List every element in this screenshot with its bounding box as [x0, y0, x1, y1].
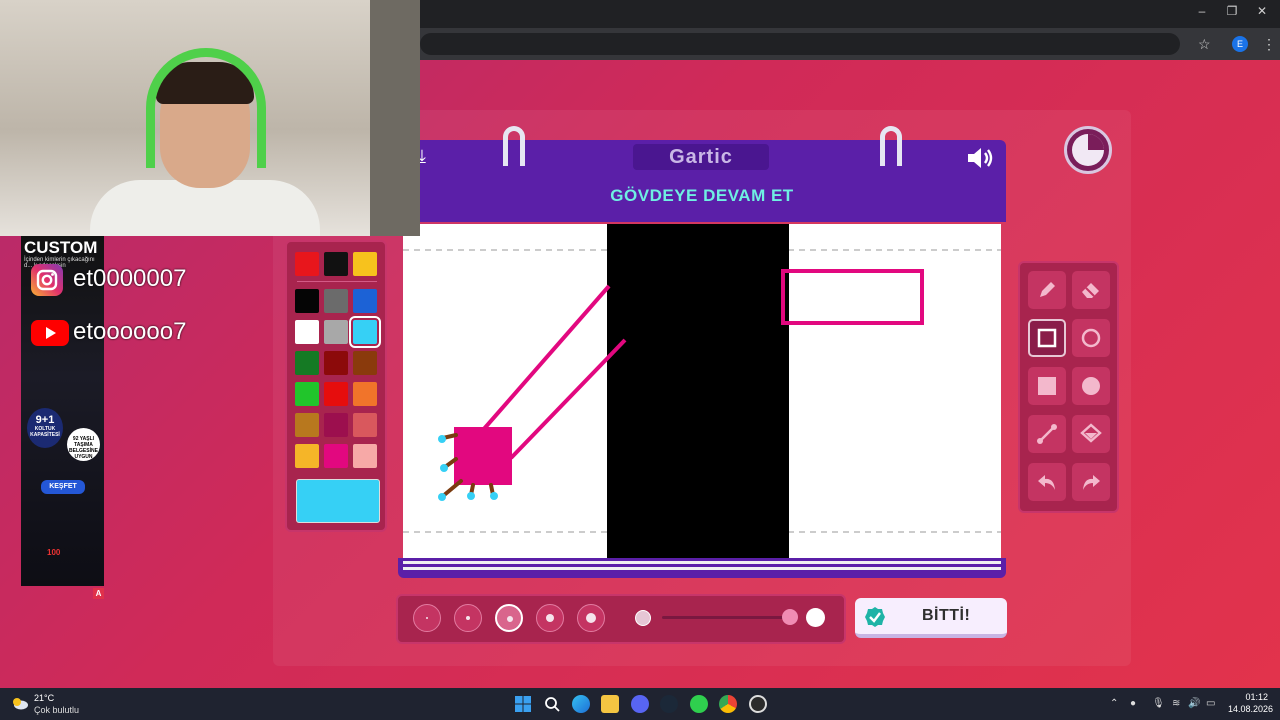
- bookmark-star-icon[interactable]: ☆: [1198, 36, 1211, 53]
- opacity-slider-handle[interactable]: [782, 609, 798, 625]
- address-bar[interactable]: [420, 33, 1180, 55]
- webcam-feed: [0, 0, 420, 236]
- stroke-size-button[interactable]: [454, 604, 482, 632]
- notebook-ring: [503, 126, 525, 166]
- fill-bucket-icon[interactable]: [1072, 415, 1110, 453]
- color-swatch[interactable]: [295, 320, 319, 344]
- eraser-icon[interactable]: [1072, 271, 1110, 309]
- black-rectangle-stroke: [607, 224, 789, 558]
- color-swatch[interactable]: [295, 252, 319, 276]
- opacity-slider[interactable]: [662, 616, 792, 619]
- color-swatch[interactable]: [353, 252, 377, 276]
- color-swatch[interactable]: [324, 382, 348, 406]
- volume-icon[interactable]: 🔊: [1188, 698, 1200, 709]
- headset-shape: [146, 48, 266, 168]
- pink-outline-rectangle: [781, 269, 924, 325]
- circle-tool-icon[interactable]: [1072, 319, 1110, 357]
- clock-date[interactable]: 14.08.2026: [1228, 704, 1273, 714]
- selected-color-preview: [296, 479, 380, 523]
- finish-button-label: BİTTİ!: [922, 607, 971, 624]
- drawing-prompt: GÖVDEYE DEVAM ET: [610, 186, 794, 205]
- instagram-icon: [31, 264, 63, 296]
- color-swatch[interactable]: [324, 320, 348, 344]
- weather-cloud-icon[interactable]: [11, 696, 29, 710]
- gartic-logo: Gartic: [633, 144, 769, 170]
- opacity-min-knob: [635, 610, 651, 626]
- battery-icon[interactable]: ▭: [1206, 698, 1215, 709]
- color-swatch[interactable]: [353, 289, 377, 313]
- minimize-icon[interactable]: –: [1192, 4, 1212, 18]
- color-swatch[interactable]: [353, 382, 377, 406]
- redo-icon[interactable]: [1072, 463, 1110, 501]
- color-swatch[interactable]: [353, 413, 377, 437]
- discord-icon[interactable]: [631, 695, 649, 713]
- color-swatch[interactable]: [295, 289, 319, 313]
- ad-capacity-badge: 9+1 KOLTUK KAPASİTESİ: [27, 408, 63, 448]
- filled-circle-icon[interactable]: [1072, 367, 1110, 405]
- notebook-ring: [880, 126, 902, 166]
- color-palette: [285, 240, 387, 532]
- windows-start-icon[interactable]: [514, 695, 532, 713]
- color-swatch[interactable]: [324, 252, 348, 276]
- tray-overflow-icon[interactable]: ⌃: [1110, 698, 1118, 709]
- pencil-icon[interactable]: [1028, 271, 1066, 309]
- opacity-max-knob: [806, 608, 825, 627]
- ad-choices-mark[interactable]: A: [93, 588, 104, 599]
- line-tool-icon[interactable]: [1028, 415, 1066, 453]
- restore-icon[interactable]: ❐: [1222, 4, 1242, 18]
- steam-icon[interactable]: [660, 695, 678, 713]
- ad-cta-button[interactable]: KEŞFET: [41, 480, 85, 494]
- search-icon[interactable]: [543, 695, 561, 713]
- speaker-icon[interactable]: [966, 146, 994, 170]
- instagram-handle: et0000007: [73, 265, 187, 292]
- app-green-icon[interactable]: [690, 695, 708, 713]
- stroke-size-button[interactable]: [577, 604, 605, 632]
- kebab-menu-icon[interactable]: ⋮: [1262, 36, 1276, 53]
- edge-icon[interactable]: [572, 695, 590, 713]
- ad-badge-text: KOLTUK KAPASİTESİ: [30, 426, 60, 438]
- pink-filled-square: [454, 427, 512, 485]
- drawing-canvas[interactable]: [403, 224, 1001, 558]
- weather-description[interactable]: Çok bulutlu: [34, 705, 79, 715]
- clock-time[interactable]: 01:12: [1240, 692, 1268, 702]
- rectangle-tool-icon[interactable]: [1028, 319, 1066, 357]
- drawing-tools: [1018, 261, 1119, 513]
- color-swatch[interactable]: [295, 444, 319, 468]
- stroke-size-button[interactable]: [536, 604, 564, 632]
- ad-badge-number: 9+1: [35, 414, 55, 426]
- obs-icon[interactable]: [749, 695, 767, 713]
- stroke-size-button[interactable]: [495, 604, 523, 632]
- microphone-icon[interactable]: 🎙: [1152, 698, 1165, 709]
- palette-divider: [297, 281, 377, 282]
- color-swatch[interactable]: [353, 444, 377, 468]
- color-swatch[interactable]: [324, 289, 348, 313]
- youtube-icon: [31, 320, 69, 346]
- close-icon[interactable]: ✕: [1252, 4, 1272, 18]
- color-swatch[interactable]: [353, 351, 377, 375]
- weather-temperature[interactable]: 21°C: [34, 693, 54, 703]
- color-swatch[interactable]: [324, 351, 348, 375]
- filled-rectangle-icon[interactable]: [1028, 367, 1066, 405]
- color-swatch[interactable]: [295, 413, 319, 437]
- ad-secondary-badge: 92 YAŞLI TAŞIMA BELGESİNE UYGUN: [67, 428, 100, 461]
- chrome-icon[interactable]: [719, 695, 737, 713]
- wifi-icon[interactable]: ≋: [1172, 698, 1180, 709]
- ad-title: CUSTOM: [24, 238, 98, 257]
- color-swatch[interactable]: [295, 382, 319, 406]
- file-explorer-icon[interactable]: [601, 695, 619, 713]
- round-timer: [1064, 126, 1112, 174]
- notebook-pages: [398, 558, 1006, 578]
- stroke-size-button[interactable]: [413, 604, 441, 632]
- color-swatch[interactable]: [295, 351, 319, 375]
- color-swatch[interactable]: [324, 413, 348, 437]
- ad-brand-logo: 100: [47, 548, 61, 557]
- color-swatch[interactable]: [324, 444, 348, 468]
- youtube-handle: etoooooo7: [73, 318, 187, 345]
- profile-avatar[interactable]: E: [1232, 36, 1248, 52]
- tray-app-icon[interactable]: ●: [1130, 698, 1136, 709]
- color-swatch[interactable]: [349, 316, 381, 348]
- undo-icon[interactable]: [1028, 463, 1066, 501]
